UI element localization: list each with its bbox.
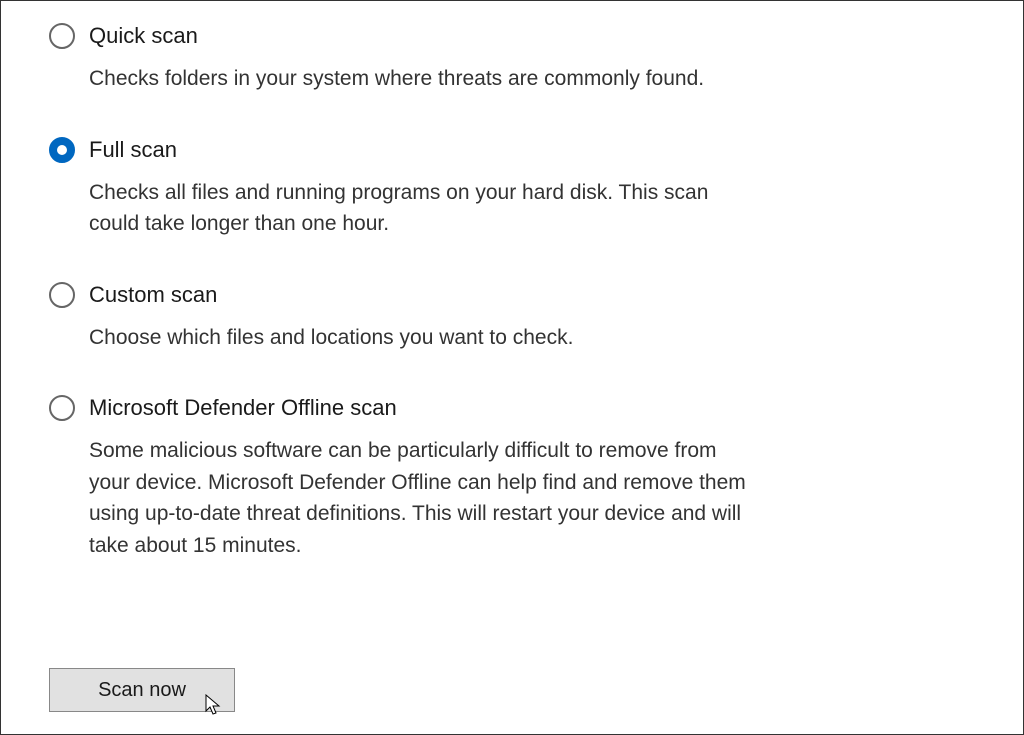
scan-now-label: Scan now [98,679,186,702]
radio-custom-scan[interactable] [49,282,75,308]
option-header: Quick scan [49,23,769,49]
option-description: Some malicious software can be particula… [89,435,749,561]
option-title: Full scan [89,137,177,163]
option-title: Quick scan [89,23,198,49]
scan-option-custom: Custom scan Choose which files and locat… [49,282,769,354]
option-title: Microsoft Defender Offline scan [89,395,397,421]
scan-option-full: Full scan Checks all files and running p… [49,137,769,240]
option-header: Full scan [49,137,769,163]
option-header: Custom scan [49,282,769,308]
option-description: Choose which files and locations you wan… [89,322,749,354]
scan-option-quick: Quick scan Checks folders in your system… [49,23,769,95]
option-title: Custom scan [89,282,217,308]
option-description: Checks all files and running programs on… [89,177,749,240]
radio-offline-scan[interactable] [49,395,75,421]
scan-now-button[interactable]: Scan now [49,668,235,712]
option-description: Checks folders in your system where thre… [89,63,749,95]
option-header: Microsoft Defender Offline scan [49,395,769,421]
radio-full-scan[interactable] [49,137,75,163]
scan-option-offline: Microsoft Defender Offline scan Some mal… [49,395,769,561]
radio-quick-scan[interactable] [49,23,75,49]
